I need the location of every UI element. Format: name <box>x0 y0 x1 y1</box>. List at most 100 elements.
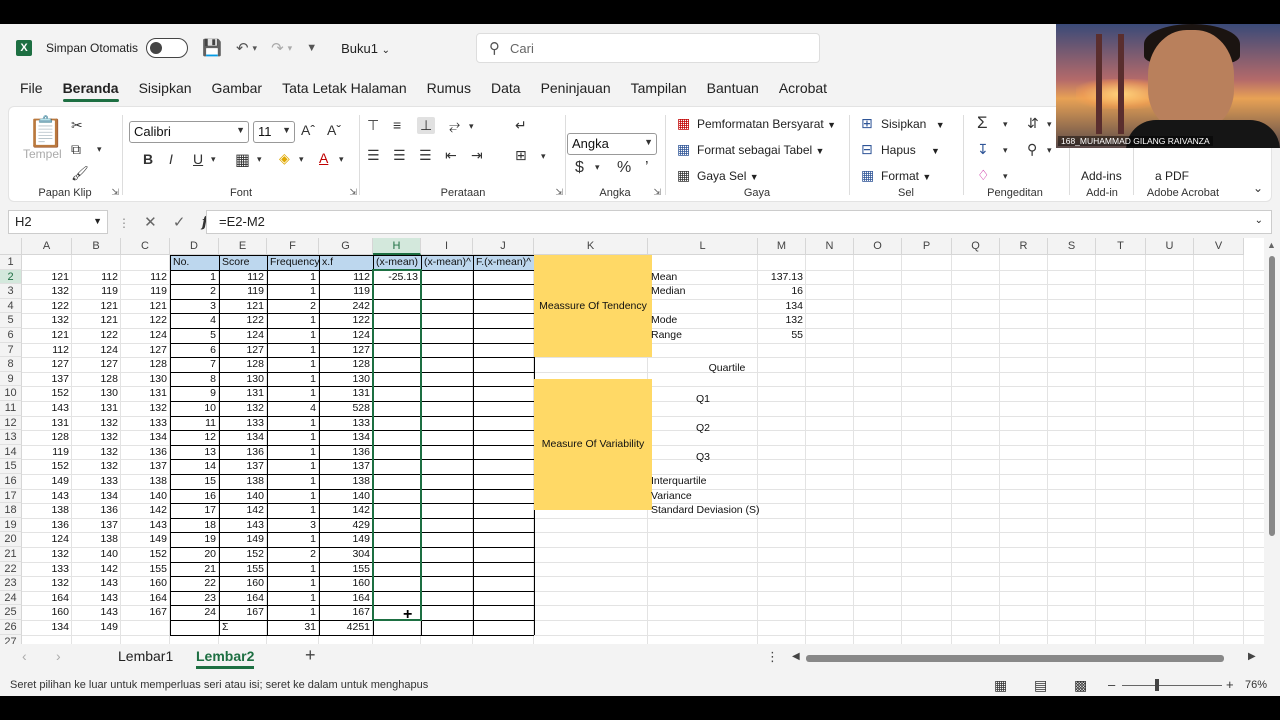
cell-a[interactable]: 132 <box>22 547 72 562</box>
cell-xf[interactable]: 429 <box>319 518 373 533</box>
row-header-2[interactable]: 2 <box>0 269 22 285</box>
align-top-icon[interactable]: ⊤ <box>367 117 379 134</box>
row-header-7[interactable]: 7 <box>0 342 22 358</box>
fill-color-icon[interactable]: ◈ <box>279 150 290 167</box>
search-box[interactable]: ⚲ Cari <box>476 33 820 63</box>
column-header-h[interactable]: H <box>373 238 421 255</box>
cell-a[interactable]: 132 <box>22 284 72 299</box>
orientation-icon[interactable]: ⥂ <box>449 117 460 134</box>
undo-dropdown-icon[interactable]: ▾ <box>253 43 258 54</box>
font-color-dropdown-icon[interactable]: ▾ <box>339 154 344 165</box>
cell-no[interactable]: 2 <box>170 284 219 299</box>
comma-style-icon[interactable]: ’ <box>645 159 649 177</box>
cell-b[interactable]: 130 <box>72 386 121 401</box>
decrease-indent-icon[interactable]: ⇤ <box>445 147 457 164</box>
quartile-q3[interactable]: Q3 <box>648 443 758 472</box>
prev-sheet-icon[interactable]: ‹ <box>22 648 27 664</box>
cell-a[interactable]: 138 <box>22 503 72 518</box>
row-header-14[interactable]: 14 <box>0 444 22 460</box>
cell-score[interactable]: 160 <box>219 576 267 591</box>
orientation-dropdown-icon[interactable]: ▾ <box>469 121 474 132</box>
cell-frequency[interactable]: 1 <box>267 474 319 489</box>
cell-score[interactable]: 130 <box>219 372 267 387</box>
cell-b[interactable]: 142 <box>72 562 121 577</box>
cell-xf[interactable]: 137 <box>319 459 373 474</box>
percent-icon[interactable]: % <box>617 159 631 177</box>
cell-xf[interactable]: 128 <box>319 357 373 372</box>
column-header-b[interactable]: B <box>72 238 121 255</box>
cell-xf[interactable]: 155 <box>319 562 373 577</box>
row-header-24[interactable]: 24 <box>0 590 22 606</box>
column-header-k[interactable]: K <box>534 238 648 255</box>
row-header-23[interactable]: 23 <box>0 576 22 591</box>
cell-score[interactable]: 122 <box>219 313 267 328</box>
cell-frequency[interactable]: 1 <box>267 270 319 285</box>
cell-frequency[interactable]: 4 <box>267 401 319 416</box>
cell-a[interactable]: 136 <box>22 518 72 533</box>
cell-no[interactable]: 3 <box>170 299 219 314</box>
variability-label[interactable]: Variance <box>648 489 848 504</box>
row-header-11[interactable]: 11 <box>0 401 22 416</box>
font-size-combo[interactable]: 11 ▼ <box>253 121 295 143</box>
cell-b[interactable]: 149 <box>72 620 121 635</box>
scroll-right-icon[interactable]: ▶ <box>1248 651 1256 662</box>
cell-xf[interactable]: 304 <box>319 547 373 562</box>
cell-b[interactable]: 112 <box>72 270 121 285</box>
cell-frequency[interactable]: 1 <box>267 284 319 299</box>
cell-c[interactable]: 119 <box>121 284 170 299</box>
cell-c[interactable]: 149 <box>121 532 170 547</box>
header-cell-freq[interactable]: Frequency <box>267 255 319 270</box>
cell-xf[interactable]: 130 <box>319 372 373 387</box>
currency-dropdown-icon[interactable]: ▾ <box>595 162 600 173</box>
cell-score[interactable]: 152 <box>219 547 267 562</box>
cell-a[interactable]: 112 <box>22 343 72 358</box>
cell-no[interactable]: 6 <box>170 343 219 358</box>
undo-icon[interactable]: ↶ <box>236 39 249 57</box>
tab-draw[interactable]: Gambar <box>212 74 263 102</box>
zoom-slider[interactable] <box>1122 685 1222 686</box>
cell-score[interactable]: 143 <box>219 518 267 533</box>
tab-home[interactable]: Beranda <box>62 74 119 102</box>
row-header-21[interactable]: 21 <box>0 547 22 562</box>
cell-no[interactable]: 10 <box>170 401 219 416</box>
cell-b[interactable]: 137 <box>72 518 121 533</box>
paste-icon[interactable]: 📋 <box>27 115 64 150</box>
tab-help[interactable]: Bantuan <box>707 74 759 102</box>
cell-b[interactable]: 132 <box>72 445 121 460</box>
cell-no[interactable]: 15 <box>170 474 219 489</box>
format-cells-icon[interactable]: ▦ <box>861 167 874 184</box>
column-header-m[interactable]: M <box>758 238 806 255</box>
row-header-26[interactable]: 26 <box>0 620 22 635</box>
cell-a[interactable]: 143 <box>22 401 72 416</box>
name-box[interactable]: H2 ▼ <box>8 210 108 234</box>
cell-frequency[interactable]: 1 <box>267 489 319 504</box>
cell-xf[interactable]: 124 <box>319 328 373 343</box>
cell-xf[interactable]: 122 <box>319 313 373 328</box>
cell-c[interactable]: 134 <box>121 430 170 445</box>
cell-b[interactable]: 127 <box>72 357 121 372</box>
row-header-20[interactable]: 20 <box>0 532 22 547</box>
horizontal-scroll-thumb[interactable] <box>806 655 1224 662</box>
variability-label[interactable]: Standard Deviasion (S) <box>648 503 848 518</box>
cell-frequency[interactable]: 2 <box>267 299 319 314</box>
collapse-ribbon-icon[interactable]: ⌄ <box>1253 181 1263 195</box>
cell-c[interactable]: 121 <box>121 299 170 314</box>
cell-xf[interactable]: 131 <box>319 386 373 401</box>
cell-no[interactable]: 24 <box>170 605 219 620</box>
row-header-3[interactable]: 3 <box>0 284 22 299</box>
cell-frequency[interactable]: 1 <box>267 416 319 431</box>
cell-a[interactable]: 121 <box>22 328 72 343</box>
column-header-e[interactable]: E <box>219 238 267 255</box>
cell-frequency[interactable]: 2 <box>267 547 319 562</box>
sheet-tab-lembar2[interactable]: Lembar2 <box>196 648 255 669</box>
cell-xf[interactable]: 528 <box>319 401 373 416</box>
align-center-icon[interactable]: ☰ <box>393 147 406 164</box>
redo-icon[interactable]: ↷ <box>271 39 284 57</box>
cell-b[interactable]: 124 <box>72 343 121 358</box>
select-all-corner[interactable] <box>0 238 22 255</box>
cell-xf[interactable]: 242 <box>319 299 373 314</box>
cell-c[interactable]: 152 <box>121 547 170 562</box>
enter-icon[interactable]: ✓ <box>173 214 186 231</box>
cell-c[interactable]: 127 <box>121 343 170 358</box>
merge-dropdown-icon[interactable]: ▾ <box>541 151 546 162</box>
